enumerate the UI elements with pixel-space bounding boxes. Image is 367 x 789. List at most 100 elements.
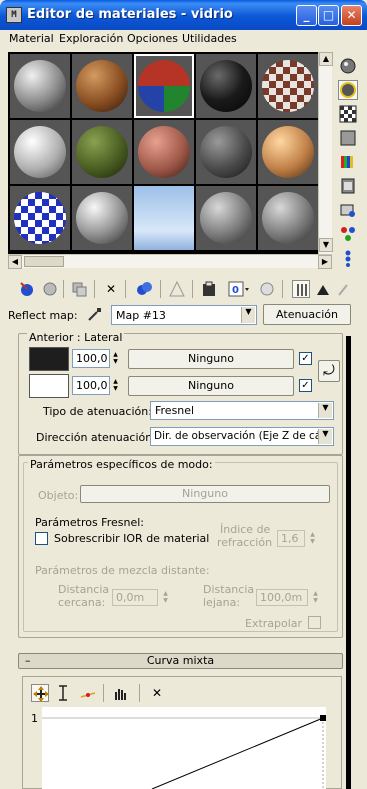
put-to-library-icon[interactable]	[200, 280, 218, 298]
backlight-icon[interactable]	[338, 80, 358, 100]
falloff-direction-dropdown[interactable]: Dir. de observación (Eje Z de cám ▼	[150, 427, 334, 446]
go-forward-to-sibling-icon[interactable]	[334, 280, 352, 298]
far-distance-label-line2: lejana:	[203, 596, 241, 609]
material-slot[interactable]	[196, 120, 256, 184]
slots-horizontal-scrollbar[interactable]: ◀ ▶	[8, 254, 332, 269]
object-label: Objeto:	[38, 489, 79, 502]
chevron-down-icon[interactable]: ▼	[318, 403, 332, 418]
pick-material-eyedropper-icon[interactable]	[86, 305, 104, 323]
mix-curve-rollout-header[interactable]: – Curva mixta	[18, 653, 343, 669]
assign-material-icon[interactable]	[70, 280, 88, 298]
make-preview-icon[interactable]	[338, 176, 358, 196]
app-icon: M	[6, 7, 22, 23]
object-pick-button[interactable]: Ninguno	[80, 485, 330, 503]
material-preview-sphere	[262, 60, 314, 112]
material-navigator-icon[interactable]	[338, 248, 358, 268]
sample-uv-tiling-icon[interactable]	[338, 128, 358, 148]
material-slot[interactable]	[196, 186, 256, 250]
panel-scrollbar[interactable]	[346, 336, 351, 789]
material-slot[interactable]	[134, 186, 194, 250]
ior-spinner[interactable]: 1,6	[277, 530, 305, 547]
material-slot[interactable]	[258, 186, 318, 250]
show-end-result-icon[interactable]	[292, 280, 310, 298]
video-color-check-icon[interactable]	[338, 152, 358, 172]
menu-utilidades[interactable]: Utilidades	[182, 32, 237, 45]
menu-exploracion[interactable]: Exploración	[59, 32, 123, 45]
delete-point-icon[interactable]: ✕	[148, 684, 166, 702]
spinner-arrows-icon[interactable]: ▲ ▼	[311, 590, 320, 604]
pan-hand-icon[interactable]	[111, 684, 129, 702]
falloff-type-label: Tipo de atenuación:	[43, 405, 152, 418]
material-preview-sphere	[200, 126, 252, 178]
maximize-button[interactable]: □	[318, 5, 339, 26]
material-slot[interactable]	[10, 186, 70, 250]
material-slot[interactable]	[196, 54, 256, 118]
curve-axis-label: 1	[31, 712, 38, 725]
spinner-arrows-icon[interactable]: ▲ ▼	[111, 351, 120, 365]
scroll-left-icon[interactable]: ◀	[8, 255, 22, 269]
options-icon[interactable]	[338, 200, 358, 220]
front-map-checkbox[interactable]: ✓	[299, 352, 312, 365]
go-to-parent-icon[interactable]	[314, 280, 332, 298]
material-preview-sphere	[138, 60, 190, 112]
swap-colors-button[interactable]: ⤾	[318, 360, 340, 382]
material-slot[interactable]	[10, 120, 70, 184]
background-icon[interactable]	[338, 104, 358, 124]
menu-opciones[interactable]: Opciones	[127, 32, 178, 45]
material-slot[interactable]	[258, 54, 318, 118]
minimize-button[interactable]: _	[296, 5, 317, 26]
material-slot[interactable]	[134, 120, 194, 184]
curve-graph[interactable]	[42, 707, 326, 789]
side-map-checkbox[interactable]: ✓	[299, 379, 312, 392]
scale-point-icon[interactable]	[54, 684, 72, 702]
material-slot[interactable]	[258, 120, 318, 184]
front-map-button[interactable]: Ninguno	[128, 349, 294, 369]
material-slot-selected[interactable]	[134, 54, 194, 118]
material-preview-sphere	[262, 192, 314, 244]
select-by-material-icon[interactable]	[338, 224, 358, 244]
falloff-direction-label: Dirección atenuación:	[36, 431, 156, 444]
map-type-button[interactable]: Atenuación	[263, 304, 351, 325]
scroll-thumb[interactable]	[24, 256, 64, 267]
get-material-icon[interactable]	[19, 280, 37, 298]
override-ior-checkbox[interactable]	[35, 532, 48, 545]
close-button[interactable]: ✕	[341, 5, 362, 26]
chevron-down-icon[interactable]: ▼	[241, 307, 255, 323]
spinner-arrows-icon[interactable]: ▲ ▼	[161, 590, 170, 604]
sample-type-icon[interactable]	[338, 56, 358, 76]
extrapolate-checkbox[interactable]	[308, 616, 321, 629]
near-distance-label-line1: Distancia	[58, 583, 110, 596]
front-amount-spinner[interactable]: 100,0	[72, 349, 110, 368]
side-color-swatch[interactable]	[29, 374, 69, 398]
far-distance-spinner[interactable]: 100,0m	[256, 589, 308, 606]
reflect-map-label: Reflect map:	[8, 309, 78, 322]
near-distance-spinner[interactable]: 0,0m	[112, 589, 158, 606]
slots-vertical-scrollbar[interactable]: ▲ ▼	[318, 52, 333, 254]
scroll-up-icon[interactable]: ▲	[319, 52, 333, 66]
scroll-right-icon[interactable]: ▶	[318, 255, 332, 269]
put-material-icon[interactable]	[41, 280, 59, 298]
make-copy-icon[interactable]	[135, 280, 153, 298]
material-slot[interactable]	[72, 186, 132, 250]
show-map-in-viewport-icon[interactable]	[258, 280, 276, 298]
insert-corner-point-icon[interactable]	[79, 684, 97, 702]
spinner-arrows-icon[interactable]: ▲ ▼	[111, 378, 120, 392]
front-color-swatch[interactable]	[29, 347, 69, 371]
material-slot[interactable]	[10, 54, 70, 118]
scroll-down-icon[interactable]: ▼	[319, 238, 333, 252]
make-unique-icon[interactable]	[168, 280, 186, 298]
side-amount-spinner[interactable]: 100,0	[72, 376, 110, 395]
material-effects-channel-icon[interactable]: 0	[228, 280, 249, 298]
material-preview-sphere	[76, 192, 128, 244]
reset-material-icon[interactable]: ✕	[102, 280, 120, 298]
override-ior-label: Sobrescribir IOR de material	[54, 532, 210, 545]
material-slot[interactable]	[72, 54, 132, 118]
spinner-arrows-icon[interactable]: ▲ ▼	[308, 531, 317, 545]
menu-material[interactable]: Material	[9, 32, 54, 45]
chevron-down-icon[interactable]: ▼	[318, 429, 332, 444]
falloff-type-dropdown[interactable]: Fresnel ▼	[150, 401, 334, 420]
material-slot[interactable]	[72, 120, 132, 184]
move-point-icon[interactable]	[31, 684, 49, 702]
map-name-dropdown[interactable]: Map #13 ▼	[111, 305, 257, 325]
side-map-button[interactable]: Ninguno	[128, 376, 294, 396]
